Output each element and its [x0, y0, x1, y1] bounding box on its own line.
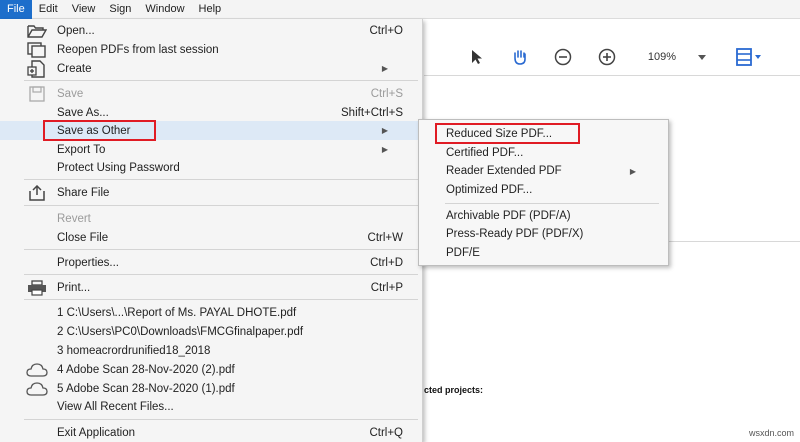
menu-item-label: 1 C:\Users\...\Report of Ms. PAYAL DHOTE… — [57, 306, 297, 319]
menu-item-recent-file-5[interactable]: 5 Adobe Scan 28-Nov-2020 (1).pdf — [0, 379, 422, 398]
menu-item-create[interactable]: Create ▶ — [0, 59, 422, 78]
menu-item-share-file[interactable]: Share File — [0, 183, 422, 202]
menu-separator — [24, 179, 418, 180]
menu-separator — [24, 274, 418, 275]
menu-item-recent-file-1[interactable]: 1 C:\Users\...\Report of Ms. PAYAL DHOTE… — [0, 303, 422, 322]
document-toolbar: 109% — [424, 38, 800, 76]
submenu-item-pdf-e[interactable]: PDF/E — [419, 244, 668, 262]
menu-item-view-all-recent[interactable]: View All Recent Files... — [0, 397, 422, 416]
menu-item-label: 2 C:\Users\PC0\Downloads\FMCGfinalpaper.… — [57, 325, 304, 338]
cloud-icon — [24, 379, 50, 398]
submenu-arrow-icon: ▶ — [381, 126, 388, 135]
reopen-pdfs-icon — [24, 40, 50, 59]
menu-edit[interactable]: Edit — [32, 0, 65, 19]
file-menu: Open... Ctrl+O Reopen PDFs from last ses… — [0, 19, 423, 442]
menu-window[interactable]: Window — [138, 0, 191, 19]
zoom-level[interactable]: 109% — [642, 46, 682, 68]
submenu-item-certified-pdf[interactable]: Certified PDF... — [419, 144, 668, 162]
page-fit-icon[interactable] — [734, 46, 764, 68]
printer-icon — [24, 278, 50, 297]
share-icon — [24, 183, 50, 202]
menu-item-shortcut: Ctrl+O — [369, 24, 403, 37]
menu-separator — [24, 299, 418, 300]
menu-item-recent-file-3[interactable]: 3 homeacrordrunified18_2018 — [0, 341, 422, 360]
menu-file[interactable]: File — [0, 0, 32, 19]
submenu-item-press-ready-pdf[interactable]: Press-Ready PDF (PDF/X) — [419, 225, 668, 243]
menu-item-label: 3 homeacrordrunified18_2018 — [57, 344, 211, 357]
watermark: wsxdn.com — [748, 428, 794, 438]
menu-item-label: 4 Adobe Scan 28-Nov-2020 (2).pdf — [57, 363, 235, 376]
menu-item-print[interactable]: Print... Ctrl+P — [0, 278, 422, 297]
app-menubar: File Edit View Sign Window Help — [0, 0, 800, 19]
submenu-item-archivable-pdf[interactable]: Archivable PDF (PDF/A) — [419, 207, 668, 225]
cloud-icon — [24, 360, 50, 379]
menu-item-export-to[interactable]: Export To ▶ — [0, 140, 422, 159]
menu-view[interactable]: View — [65, 0, 103, 19]
menu-item-label: Reopen PDFs from last session — [57, 43, 219, 56]
menu-item-save[interactable]: Save Ctrl+S — [0, 84, 422, 103]
menu-help[interactable]: Help — [192, 0, 229, 19]
menu-item-label: Open... — [57, 24, 95, 37]
submenu-arrow-icon: ▶ — [381, 145, 388, 154]
submenu-item-reader-extended-pdf[interactable]: Reader Extended PDF ▶ — [419, 162, 668, 180]
menu-item-recent-file-4[interactable]: 4 Adobe Scan 28-Nov-2020 (2).pdf — [0, 360, 422, 379]
select-arrow-icon[interactable] — [466, 46, 488, 68]
folder-open-icon — [24, 21, 50, 40]
menu-item-label: 5 Adobe Scan 28-Nov-2020 (1).pdf — [57, 382, 235, 395]
menu-item-label: Revert — [57, 212, 91, 225]
zoom-out-icon[interactable] — [552, 46, 574, 68]
menu-item-label: Export To — [57, 143, 106, 156]
zoom-dropdown-icon[interactable] — [694, 46, 710, 68]
menu-item-shortcut: Ctrl+S — [370, 87, 403, 100]
document-text-snippet: cted projects: — [424, 385, 484, 395]
menu-item-label: Print... — [57, 281, 91, 294]
menu-item-protect-password[interactable]: Protect Using Password — [0, 158, 422, 177]
menu-item-close-file[interactable]: Close File Ctrl+W — [0, 228, 422, 247]
save-icon — [24, 84, 50, 103]
menu-item-revert[interactable]: Revert — [0, 209, 422, 228]
menu-item-shortcut: Ctrl+W — [367, 231, 403, 244]
callout-box-reduced-size-pdf — [435, 123, 580, 144]
menu-separator — [24, 80, 418, 81]
submenu-item-label: Reader Extended PDF — [446, 165, 562, 177]
create-pdf-icon — [24, 59, 50, 78]
menu-item-label: View All Recent Files... — [57, 400, 174, 413]
menu-item-shortcut: Ctrl+Q — [369, 426, 403, 439]
menu-item-shortcut: Ctrl+D — [370, 256, 403, 269]
zoom-in-icon[interactable] — [596, 46, 618, 68]
menu-sign[interactable]: Sign — [102, 0, 138, 19]
menu-item-label: Exit Application — [57, 426, 135, 439]
menu-item-label: Protect Using Password — [57, 161, 180, 174]
submenu-item-label: Optimized PDF... — [446, 184, 533, 196]
menu-separator — [24, 249, 418, 250]
hand-tool-icon[interactable] — [508, 46, 532, 68]
menu-item-label: Properties... — [57, 256, 119, 269]
menu-item-label: Save — [57, 87, 84, 100]
submenu-item-label: Press-Ready PDF (PDF/X) — [446, 228, 584, 240]
menu-item-reopen-pdfs[interactable]: Reopen PDFs from last session — [0, 40, 422, 59]
callout-box-save-as-other — [43, 120, 156, 141]
submenu-item-label: Archivable PDF (PDF/A) — [446, 210, 571, 222]
menu-item-open[interactable]: Open... Ctrl+O — [0, 21, 422, 40]
menu-item-label: Save As... — [57, 106, 109, 119]
menu-item-shortcut: Ctrl+P — [370, 281, 403, 294]
menu-separator — [24, 205, 418, 206]
menu-item-properties[interactable]: Properties... Ctrl+D — [0, 253, 422, 272]
menu-item-label: Close File — [57, 231, 109, 244]
menu-item-recent-file-2[interactable]: 2 C:\Users\PC0\Downloads\FMCGfinalpaper.… — [0, 322, 422, 341]
menu-item-label: Create — [57, 62, 92, 75]
submenu-arrow-icon: ▶ — [629, 166, 636, 176]
menu-item-shortcut: Shift+Ctrl+S — [341, 106, 403, 119]
submenu-item-label: Certified PDF... — [446, 147, 524, 159]
submenu-item-optimized-pdf[interactable]: Optimized PDF... — [419, 181, 668, 199]
submenu-separator — [445, 203, 659, 204]
submenu-arrow-icon: ▶ — [381, 64, 388, 73]
menu-separator — [24, 419, 418, 420]
menu-item-exit[interactable]: Exit Application Ctrl+Q — [0, 423, 422, 442]
menu-item-label: Share File — [57, 186, 110, 199]
submenu-item-label: PDF/E — [446, 247, 480, 259]
